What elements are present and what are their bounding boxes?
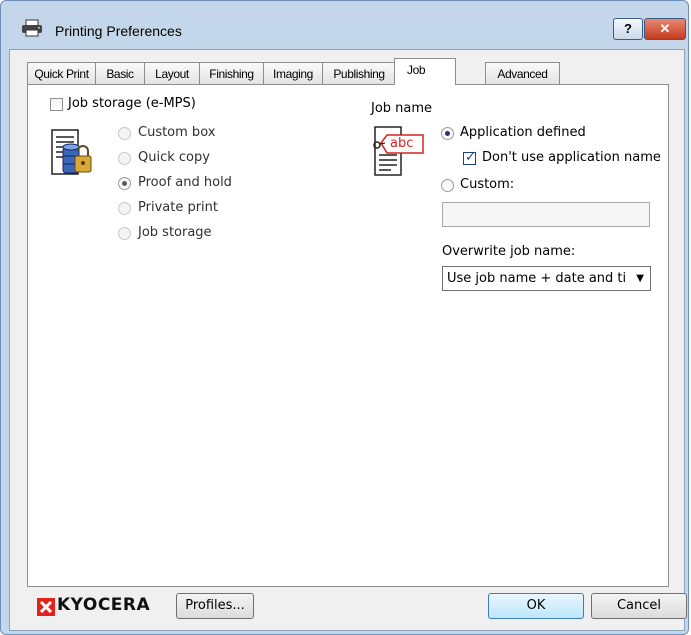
application-defined-label: Application defined (460, 125, 586, 140)
tab-basic[interactable]: Basic (95, 62, 145, 85)
abc-tag-text: abc (390, 136, 414, 151)
quick-copy-radio[interactable] (118, 152, 131, 165)
tab-imaging[interactable]: Imaging (263, 62, 323, 85)
dont-use-app-name-checkbox[interactable]: ✓ (463, 150, 476, 165)
tab-layout[interactable]: Layout (144, 62, 200, 85)
job-storage-option-label: Job storage (138, 225, 212, 240)
job-storage-label: Job storage (e-MPS) (68, 96, 196, 111)
profiles-button[interactable]: Profiles... (176, 593, 254, 619)
private-print-label: Private print (138, 200, 218, 215)
overwrite-job-name-label: Overwrite job name: (442, 244, 576, 259)
application-defined-radio[interactable] (441, 127, 454, 140)
overwrite-job-name-select[interactable]: Use job name + date and ti ▼ (442, 266, 651, 291)
custom-name-label: Custom: (460, 177, 515, 192)
custom-name-radio[interactable] (441, 179, 454, 192)
dont-use-app-name-label: Don't use application name (482, 150, 661, 165)
custom-job-name-input[interactable] (442, 202, 650, 227)
kyocera-logo-icon (37, 598, 55, 616)
document-database-lock-icon (51, 129, 92, 175)
job-storage-radio[interactable] (118, 227, 131, 240)
job-storage-checkbox[interactable] (50, 98, 63, 111)
tab-publishing[interactable]: Publishing (322, 62, 396, 85)
dropdown-arrow-icon: ▼ (636, 273, 644, 284)
custom-box-radio[interactable] (118, 127, 131, 140)
job-name-heading: Job name (371, 101, 433, 116)
quick-copy-label: Quick copy (138, 150, 210, 165)
overwrite-job-name-value: Use job name + date and ti (447, 271, 627, 286)
ok-button[interactable]: OK (488, 593, 584, 619)
tab-job[interactable]: Job (394, 58, 456, 85)
proof-and-hold-label: Proof and hold (138, 175, 232, 190)
close-button[interactable]: ✕ (644, 18, 686, 40)
window-title: Printing Preferences (55, 23, 182, 39)
custom-box-label: Custom box (138, 125, 216, 140)
proof-and-hold-radio[interactable] (118, 177, 131, 190)
printer-icon (22, 19, 42, 37)
tab-quick-print[interactable]: Quick Print (27, 62, 96, 85)
printing-preferences-window: Printing Preferences ? ✕ Quick Print Bas… (0, 0, 689, 635)
tab-advanced[interactable]: Advanced (485, 62, 560, 85)
kyocera-logo-text: KYOCERA (57, 595, 151, 615)
document-tag-abc-icon (373, 126, 424, 176)
help-button[interactable]: ? (613, 18, 643, 40)
private-print-radio[interactable] (118, 202, 131, 215)
cancel-button[interactable]: Cancel (591, 593, 687, 619)
tab-finishing[interactable]: Finishing (199, 62, 264, 85)
